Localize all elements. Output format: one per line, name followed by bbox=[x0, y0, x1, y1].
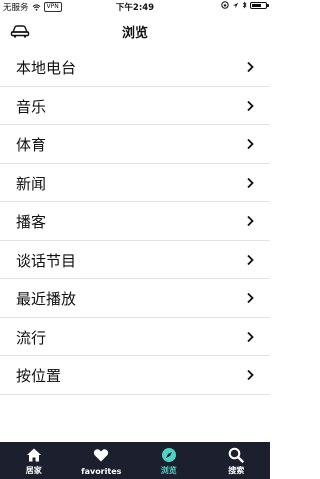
list-item-recent[interactable]: 最近播放 bbox=[0, 279, 270, 318]
list-item-local-radio[interactable]: 本地电台 bbox=[0, 48, 270, 87]
list-item-label: 本地电台 bbox=[16, 59, 77, 77]
chevron-right-icon bbox=[247, 138, 254, 150]
compass-icon bbox=[161, 448, 176, 462]
list-item-label: 按位置 bbox=[16, 367, 62, 385]
list-item-label: 最近播放 bbox=[16, 290, 77, 308]
list-item-label: 流行 bbox=[16, 328, 47, 347]
chevron-right-icon bbox=[247, 331, 254, 342]
tab-label: 居家 bbox=[25, 466, 42, 475]
chevron-right-icon bbox=[247, 100, 254, 111]
battery-icon bbox=[250, 1, 269, 9]
chevron-right-icon bbox=[247, 215, 254, 227]
tab-label: favorites bbox=[81, 467, 122, 476]
tab-home[interactable]: 居家 bbox=[0, 442, 68, 479]
chevron-right-icon bbox=[247, 292, 254, 304]
chevron-right-icon bbox=[247, 254, 254, 265]
orientation-lock-icon bbox=[221, 1, 229, 9]
list-item-news[interactable]: 新闻 bbox=[0, 164, 270, 202]
list-item-trending[interactable]: 流行 bbox=[0, 318, 270, 356]
search-icon bbox=[228, 447, 244, 463]
chevron-right-icon bbox=[247, 369, 254, 381]
tab-bar: 居家 favorites 浏览 搜索 bbox=[0, 442, 270, 479]
tab-label: 搜索 bbox=[228, 466, 245, 475]
list-item-label: 音乐 bbox=[16, 97, 47, 116]
home-icon bbox=[26, 448, 41, 462]
list-item-music[interactable]: 音乐 bbox=[0, 87, 270, 125]
list-item-label: 播客 bbox=[16, 213, 47, 231]
list-item-by-location[interactable]: 按位置 bbox=[0, 356, 270, 395]
status-right bbox=[221, 1, 269, 9]
chevron-right-icon bbox=[247, 177, 254, 188]
list-item-label: 新闻 bbox=[16, 174, 47, 193]
list-item-label: 谈话节目 bbox=[16, 251, 77, 270]
tab-search[interactable]: 搜索 bbox=[203, 442, 271, 479]
nav-header: 浏览 bbox=[0, 14, 270, 48]
bluetooth-icon bbox=[242, 1, 247, 9]
list-item-sports[interactable]: 体育 bbox=[0, 125, 270, 164]
list-item-label: 体育 bbox=[16, 136, 47, 154]
tab-favorites[interactable]: favorites bbox=[68, 442, 136, 479]
list-item-podcasts[interactable]: 播客 bbox=[0, 202, 270, 241]
heart-icon bbox=[94, 449, 109, 462]
tab-browse[interactable]: 浏览 bbox=[135, 442, 203, 479]
list-item-talk[interactable]: 谈话节目 bbox=[0, 241, 270, 279]
page-title: 浏览 bbox=[121, 26, 148, 41]
chevron-right-icon bbox=[247, 61, 254, 73]
status-bar: 无服务 VPN 下午2:49 bbox=[0, 0, 270, 14]
browse-list: 本地电台 音乐 体育 新闻 播客 谈话节目 最近播放 流行 按位置 bbox=[0, 48, 270, 395]
location-icon bbox=[232, 2, 239, 8]
tab-label: 浏览 bbox=[160, 466, 177, 475]
